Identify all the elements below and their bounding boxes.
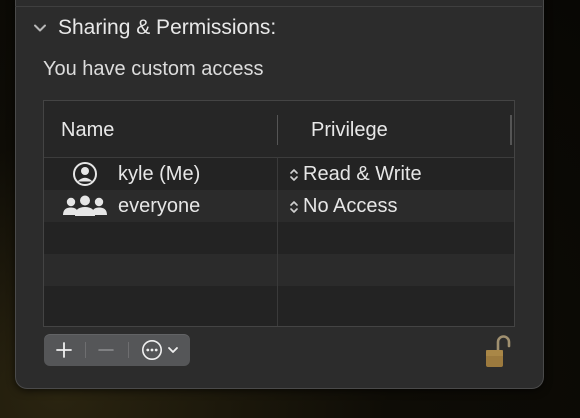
user-name: kyle (Me) — [118, 163, 201, 185]
table-row[interactable]: everyone No Access — [44, 190, 514, 222]
user-name: everyone — [118, 195, 201, 217]
sharing-permissions-header[interactable]: Sharing & Permissions: — [32, 14, 276, 42]
button-divider — [128, 342, 129, 358]
minus-icon — [98, 349, 114, 351]
action-menu-button[interactable] — [130, 334, 190, 366]
empty-row — [44, 286, 514, 318]
plus-icon — [56, 342, 72, 358]
chevron-down-icon[interactable] — [32, 20, 48, 36]
remove-user-button[interactable] — [86, 334, 126, 366]
add-user-button[interactable] — [44, 334, 84, 366]
lock-unlocked-icon[interactable] — [484, 334, 512, 370]
chevron-down-icon — [168, 347, 178, 353]
access-status-text: You have custom access — [43, 58, 264, 80]
column-resize-handle[interactable] — [510, 115, 512, 145]
empty-row — [44, 222, 514, 254]
permissions-table[interactable]: Name Privilege kyle (Me) Read & Write ev… — [43, 100, 515, 327]
user-circle-icon — [60, 160, 110, 188]
column-header-name[interactable]: Name — [61, 119, 114, 142]
up-down-chevron-icon — [290, 200, 298, 213]
ellipsis-circle-icon — [142, 340, 162, 360]
permissions-toolbar — [44, 334, 190, 366]
section-title: Sharing & Permissions: — [58, 16, 277, 39]
panel-divider — [15, 6, 542, 7]
group-icon — [60, 192, 110, 220]
privilege-value: No Access — [303, 195, 398, 217]
empty-row — [44, 254, 514, 286]
up-down-chevron-icon — [290, 168, 298, 181]
privilege-popup[interactable]: Read & Write — [289, 163, 422, 186]
privilege-popup[interactable]: No Access — [289, 195, 397, 218]
table-header: Name Privilege — [44, 101, 514, 158]
column-divider — [277, 157, 278, 326]
privilege-value: Read & Write — [303, 163, 422, 185]
table-row[interactable]: kyle (Me) Read & Write — [44, 158, 514, 190]
column-divider — [277, 115, 278, 145]
column-header-privilege[interactable]: Privilege — [311, 119, 388, 142]
